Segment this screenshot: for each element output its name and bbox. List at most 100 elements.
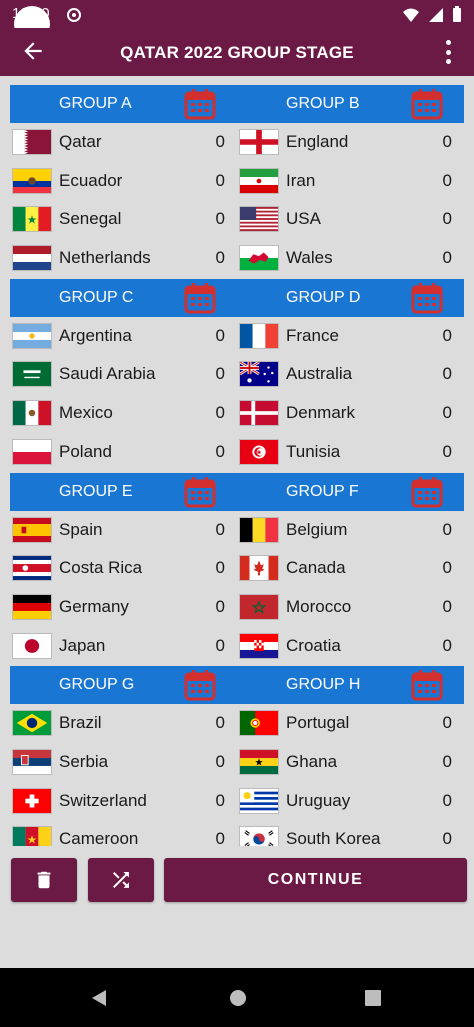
nav-back-icon[interactable] <box>90 988 108 1008</box>
team-points: 0 <box>442 170 452 190</box>
team-row[interactable]: South Korea 0 <box>237 820 464 846</box>
team-row[interactable]: England 0 <box>237 123 464 161</box>
group-g-header: GROUP G <box>10 666 237 705</box>
flag-japan-icon <box>12 632 52 659</box>
group-pair: GROUP E Spain 0 Costa Rica 0 Germany 0 Japan 0 GR… <box>10 472 464 666</box>
group-list[interactable]: GROUP A Qatar 0 Ecuador 0 Senegal 0 Netherlands… <box>0 76 474 846</box>
team-row[interactable]: Mexico 0 <box>10 394 237 432</box>
group-c-header: GROUP C <box>10 278 237 317</box>
team-row[interactable]: USA 0 <box>237 200 464 238</box>
team-points: 0 <box>215 403 225 423</box>
flag-saudi-arabia-icon <box>12 361 52 388</box>
team-row[interactable]: Ecuador 0 <box>10 162 237 200</box>
wifi-icon <box>403 8 419 22</box>
team-row[interactable]: Serbia 0 <box>10 743 237 781</box>
team-points: 0 <box>215 248 225 268</box>
group-pair: GROUP G Brazil 0 Serbia 0 Switzerland 0 Cameroo… <box>10 666 464 846</box>
group-pair: GROUP A Qatar 0 Ecuador 0 Senegal 0 Netherlands… <box>10 85 464 278</box>
team-row[interactable]: Poland 0 <box>10 433 237 471</box>
team-row[interactable]: Brazil 0 <box>10 704 237 742</box>
team-points: 0 <box>215 635 225 655</box>
team-row[interactable]: Croatia 0 <box>237 627 464 665</box>
team-points: 0 <box>215 558 225 578</box>
team-row[interactable]: France 0 <box>237 317 464 355</box>
trash-icon <box>37 871 51 889</box>
team-points: 0 <box>215 364 225 384</box>
team-row[interactable]: Spain 0 <box>10 511 237 549</box>
team-name: Croatia <box>286 635 341 655</box>
team-points: 0 <box>442 790 452 810</box>
flag-serbia-icon <box>12 749 52 776</box>
team-row[interactable]: Ghana 0 <box>237 743 464 781</box>
calendar-icon[interactable] <box>411 88 443 120</box>
team-row[interactable]: Canada 0 <box>237 549 464 587</box>
flag-usa-icon <box>239 206 279 233</box>
team-row[interactable]: Wales 0 <box>237 239 464 277</box>
calendar-icon[interactable] <box>184 669 216 701</box>
team-name: Spain <box>59 519 103 539</box>
team-name: Wales <box>286 248 333 268</box>
group-f-header: GROUP F <box>237 472 464 511</box>
continue-button[interactable]: CONTINUE <box>164 858 467 902</box>
shuffle-button[interactable] <box>88 858 154 902</box>
team-row[interactable]: Uruguay 0 <box>237 782 464 820</box>
team-name: Brazil <box>59 713 102 733</box>
team-points: 0 <box>442 713 452 733</box>
calendar-icon[interactable] <box>411 476 443 508</box>
flag-switzerland-icon <box>12 787 52 814</box>
team-row[interactable]: Portugal 0 <box>237 704 464 742</box>
delete-button[interactable] <box>11 858 77 902</box>
notification-icon <box>67 8 81 22</box>
flag-iran-icon <box>239 167 279 194</box>
team-name: Qatar <box>59 132 102 151</box>
team-row[interactable]: Denmark 0 <box>237 394 464 432</box>
team-name: Japan <box>59 635 106 655</box>
team-points: 0 <box>442 752 452 772</box>
team-name: Ghana <box>286 752 338 772</box>
flag-portugal-icon <box>239 710 279 737</box>
team-row[interactable]: Cameroon 0 <box>10 820 237 846</box>
calendar-icon[interactable] <box>184 282 216 314</box>
team-row[interactable]: Japan 0 <box>10 627 237 665</box>
team-row[interactable]: Tunisia 0 <box>237 433 464 471</box>
team-name: Argentina <box>59 325 132 345</box>
team-name: Saudi Arabia <box>59 364 156 384</box>
team-name: Netherlands <box>59 248 151 268</box>
team-points: 0 <box>215 209 225 229</box>
team-row[interactable]: Germany 0 <box>10 588 237 626</box>
team-row[interactable]: Netherlands 0 <box>10 239 237 277</box>
team-name: USA <box>286 209 321 229</box>
shuffle-icon <box>113 872 129 888</box>
team-row[interactable]: Australia 0 <box>237 355 464 393</box>
team-row[interactable]: Costa Rica 0 <box>10 549 237 587</box>
team-points: 0 <box>442 209 452 229</box>
calendar-icon[interactable] <box>184 476 216 508</box>
nav-home-icon[interactable] <box>228 988 248 1008</box>
group-a-header: GROUP A <box>10 85 237 123</box>
calendar-icon[interactable] <box>184 88 216 120</box>
team-name: Switzerland <box>59 790 147 810</box>
team-row[interactable]: Senegal 0 <box>10 200 237 238</box>
group-b-header: GROUP B <box>237 85 464 123</box>
team-points: 0 <box>442 248 452 268</box>
flag-cameroon-icon <box>12 826 52 846</box>
more-options-icon[interactable] <box>446 40 452 64</box>
team-points: 0 <box>442 829 452 846</box>
calendar-icon[interactable] <box>411 669 443 701</box>
flag-senegal-icon <box>12 206 52 233</box>
team-row[interactable]: Qatar 0 <box>10 123 237 161</box>
signal-icon <box>429 7 443 22</box>
team-row[interactable]: Iran 0 <box>237 162 464 200</box>
team-row[interactable]: Belgium 0 <box>237 511 464 549</box>
nav-recents-icon[interactable] <box>364 988 382 1008</box>
flag-england-icon <box>239 129 279 155</box>
team-row[interactable]: Saudi Arabia 0 <box>10 355 237 393</box>
calendar-icon[interactable] <box>411 282 443 314</box>
team-name: Germany <box>59 596 129 616</box>
team-points: 0 <box>215 829 225 846</box>
team-row[interactable]: Morocco 0 <box>237 588 464 626</box>
team-row[interactable]: Switzerland 0 <box>10 782 237 820</box>
flag-costa-rica-icon <box>12 555 52 582</box>
team-name: Cameroon <box>59 829 139 846</box>
team-row[interactable]: Argentina 0 <box>10 317 237 355</box>
